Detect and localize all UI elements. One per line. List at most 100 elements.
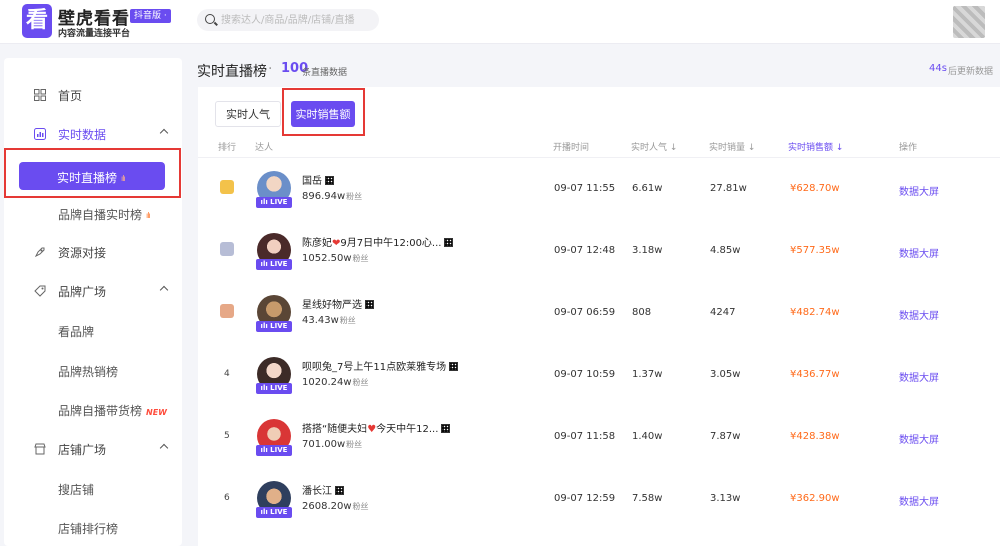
sidebar-item-label: 品牌自播带货榜 NEW: [58, 403, 167, 418]
table-row[interactable]: ılı LIVE 星线好物严选 43.43w粉丝 09-07 06:59 808…: [198, 282, 1000, 344]
qr-code-icon[interactable]: [444, 238, 454, 247]
store-icon: [34, 443, 46, 455]
sidebar-item-brand-live-sales[interactable]: 品牌自播带货榜 NEW: [4, 393, 182, 427]
influencer-name[interactable]: 搭搭“随便夫妇♥今天中午12...: [302, 420, 451, 435]
column-action: 操作: [899, 143, 918, 153]
user-avatar[interactable]: [953, 6, 985, 38]
search-box[interactable]: [197, 9, 379, 31]
sidebar-item-label: 实时数据: [58, 127, 107, 142]
start-time: 09-07 06:59: [554, 307, 616, 318]
influencer-name[interactable]: 国岳: [302, 172, 334, 187]
dashboard-link[interactable]: 数据大屏: [899, 245, 939, 260]
sales-amount: ¥482.74w: [790, 307, 840, 318]
bronze-medal-icon: [220, 304, 234, 318]
influencer-name[interactable]: 呗呗兔_7号上午11点欧莱雅专场: [302, 358, 459, 373]
sidebar-item-search-stores[interactable]: 搜店铺: [4, 472, 182, 506]
sidebar-item-label: 搜店铺: [58, 482, 95, 497]
sidebar-item-label: 首页: [58, 88, 83, 103]
qr-code-icon[interactable]: [335, 486, 344, 495]
start-time: 09-07 11:55: [554, 183, 616, 194]
column-sales-amount[interactable]: 实时销售额 ↓: [788, 140, 843, 153]
rank-number: 4: [224, 369, 230, 379]
popularity-value: 6.61w: [632, 183, 663, 194]
new-badge: NEW: [146, 407, 167, 417]
popularity-value: 1.37w: [632, 369, 663, 380]
live-badge: ılı LIVE: [256, 445, 292, 456]
start-time: 09-07 10:59: [554, 369, 616, 380]
dashboard-link[interactable]: 数据大屏: [899, 307, 939, 322]
column-influencer: 达人: [255, 143, 274, 153]
sales-value: 3.05w: [710, 369, 741, 380]
grid-icon: [34, 89, 46, 101]
dashboard-link[interactable]: 数据大屏: [899, 493, 939, 508]
silver-medal-icon: [220, 242, 234, 256]
qr-code-icon[interactable]: [449, 362, 459, 371]
chevron-up-icon[interactable]: [159, 285, 169, 295]
update-countdown-label: 后更新数据: [948, 67, 994, 77]
sales-amount: ¥628.70w: [790, 183, 840, 194]
sidebar-item-resources[interactable]: 资源对接: [4, 235, 182, 269]
sidebar-item-brand-live-ranking[interactable]: 品牌自播实时榜 ılı: [4, 197, 182, 231]
fans-count: 2608.20w粉丝: [302, 501, 369, 512]
bars-icon: ılı: [146, 210, 151, 220]
sidebar-item-brand-square[interactable]: 品牌广场: [4, 274, 182, 308]
update-countdown: 44s: [929, 63, 947, 74]
couple-emoji-icon: ♥: [367, 424, 377, 435]
sidebar-item-view-brands[interactable]: 看品牌: [4, 314, 182, 348]
sidebar-item-label: 品牌自播实时榜 ılı: [58, 207, 151, 222]
qr-code-icon[interactable]: [365, 300, 374, 309]
fans-count: 701.00w粉丝: [302, 439, 363, 450]
sales-amount: ¥428.38w: [790, 431, 840, 442]
table-row[interactable]: ılı LIVE 陈彦妃❤9月7日中午12:00心... 1052.50w粉丝 …: [198, 220, 1000, 282]
table-row[interactable]: ılı LIVE 国岳 896.94w粉丝 09-07 11:55 6.61w …: [198, 158, 1000, 220]
sales-value: 27.81w: [710, 183, 747, 194]
dashboard-link[interactable]: 数据大屏: [899, 183, 939, 198]
start-time: 09-07 12:48: [554, 245, 616, 256]
sidebar-item-label: 品牌热销榜: [58, 364, 119, 379]
table-row[interactable]: 4 ılı LIVE 呗呗兔_7号上午11点欧莱雅专场 1020.24w粉丝 0…: [198, 344, 1000, 406]
tab-realtime-popularity[interactable]: 实时人气: [215, 101, 281, 127]
sidebar: 首页 实时数据 实时直播榜 ılı 品牌自播实时榜 ılı 资源对接 品牌广场 看品…: [4, 58, 182, 546]
page-title: 实时直播榜: [197, 64, 267, 80]
influencer-name[interactable]: 星线好物严选: [302, 296, 374, 311]
table-row[interactable]: 5 ılı LIVE 搭搭“随便夫妇♥今天中午12... 701.00w粉丝 0…: [198, 406, 1000, 468]
live-badge: ılı LIVE: [256, 321, 292, 332]
gold-medal-icon: [220, 180, 234, 194]
sales-amount: ¥362.90w: [790, 493, 840, 504]
sidebar-item-store-square[interactable]: 店铺广场: [4, 432, 182, 466]
chevron-up-icon[interactable]: [159, 443, 169, 453]
start-time: 09-07 12:59: [554, 493, 616, 504]
popularity-value: 808: [632, 307, 652, 318]
sidebar-item-brand-hot-sales[interactable]: 品牌热销榜: [4, 354, 182, 388]
column-popularity[interactable]: 实时人气 ↓: [631, 140, 677, 153]
live-badge: ılı LIVE: [256, 383, 292, 394]
version-badge[interactable]: 抖音版 ·: [130, 9, 171, 23]
qr-code-icon[interactable]: [441, 424, 451, 433]
live-badge: ılı LIVE: [256, 259, 292, 270]
live-badge: ılı LIVE: [256, 507, 292, 518]
sidebar-item-label: 资源对接: [58, 245, 107, 260]
column-sales[interactable]: 实时销量 ↓: [709, 140, 755, 153]
sidebar-item-home[interactable]: 首页: [4, 78, 182, 112]
sales-amount: ¥577.35w: [790, 245, 840, 256]
influencer-name[interactable]: 潘长江: [302, 482, 344, 497]
sidebar-item-label: 店铺排行榜: [58, 521, 119, 536]
sidebar-item-store-ranking[interactable]: 店铺排行榜: [4, 511, 182, 545]
chevron-up-icon[interactable]: [159, 128, 169, 138]
start-time: 09-07 11:58: [554, 431, 616, 442]
dashboard-link[interactable]: 数据大屏: [899, 431, 939, 446]
tag-icon: [34, 285, 46, 297]
popularity-value: 1.40w: [632, 431, 663, 442]
popularity-value: 7.58w: [632, 493, 663, 504]
table-row[interactable]: 6 ılı LIVE 潘长江 2608.20w粉丝 09-07 12:59 7.…: [198, 468, 1000, 530]
brand-logo-icon[interactable]: 看: [22, 4, 52, 38]
qr-code-icon[interactable]: [325, 176, 334, 185]
search-input[interactable]: [221, 11, 373, 29]
influencer-name[interactable]: 陈彦妃❤9月7日中午12:00心...: [302, 234, 454, 249]
live-badge: ılı LIVE: [256, 197, 292, 208]
popularity-value: 3.18w: [632, 245, 663, 256]
highlight-box: [282, 88, 365, 136]
dashboard-link[interactable]: 数据大屏: [899, 369, 939, 384]
sidebar-item-realtime-data[interactable]: 实时数据: [4, 117, 182, 151]
fans-count: 896.94w粉丝: [302, 191, 363, 202]
